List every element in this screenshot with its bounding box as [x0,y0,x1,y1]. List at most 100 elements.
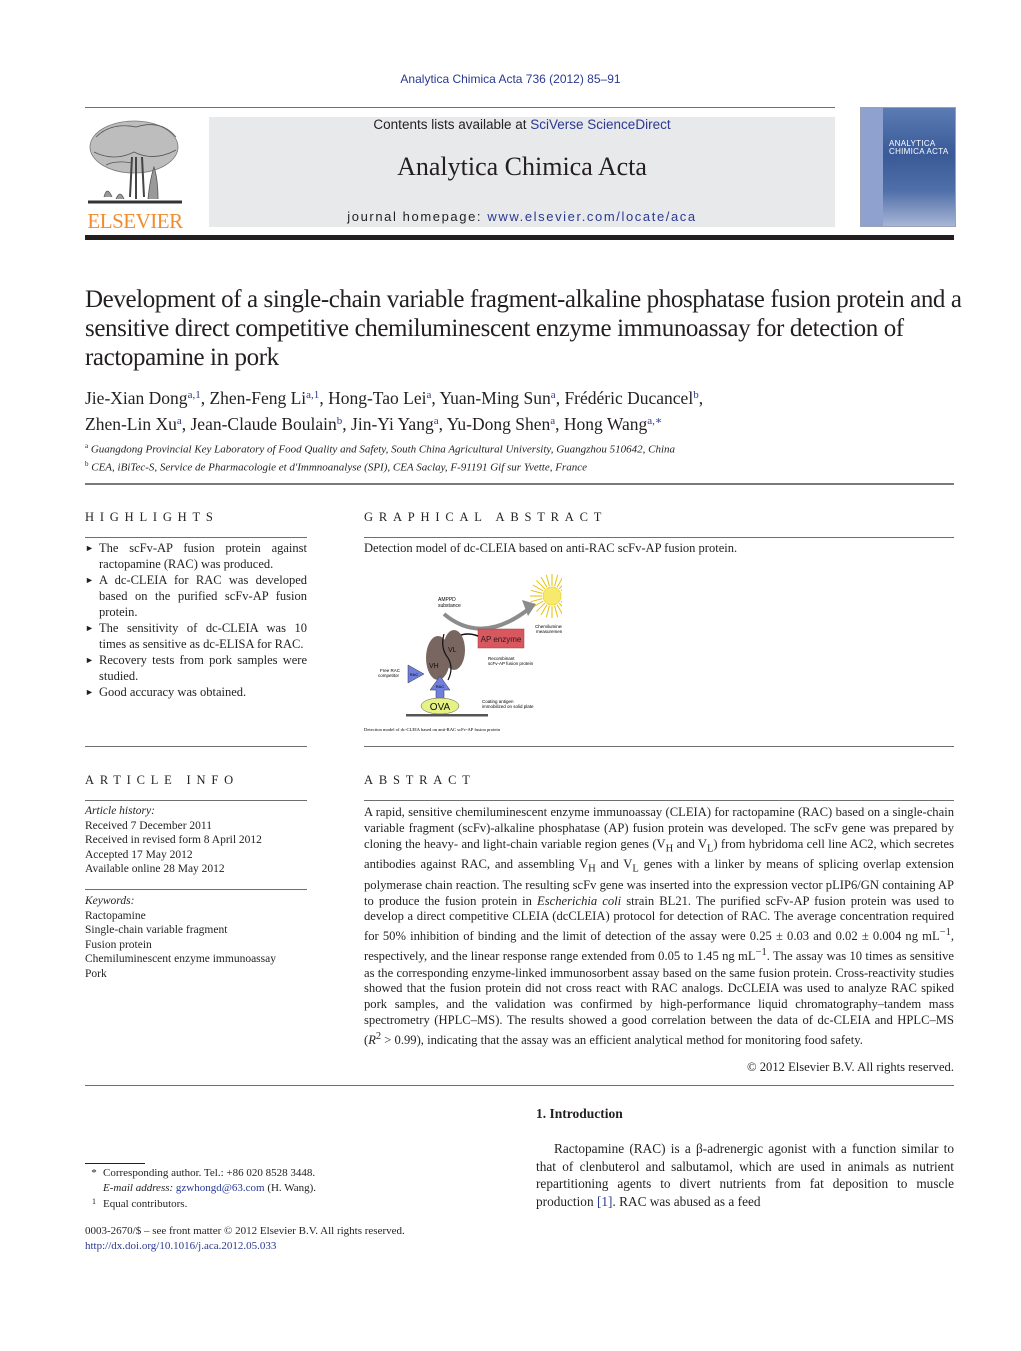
abstract-text: A rapid, sensitive chemiluminescent enzy… [364,805,955,1048]
label-vh: VH [429,663,439,670]
label-ova: OVA [430,702,451,713]
sun-ray [556,604,562,615]
graphical-abstract-caption: Detection model of dc-CLEIA based on ant… [364,541,738,555]
bullet-triangle-icon: ► [85,655,94,665]
history-date: Accepted 17 May 2012 [85,848,193,861]
author-list: Jie-Xian Donga,1, Zhen-Feng Lia,1, Hong-… [85,384,965,436]
footnotes: * Corresponding author. Tel.: +86 020 852… [85,1166,505,1212]
front-matter-rule [85,1085,954,1086]
author[interactable]: Yuan-Ming Sun [439,388,550,408]
abstract-rule [364,800,954,801]
abstract-copyright: © 2012 Elsevier B.V. All rights reserved… [747,1060,954,1074]
abstract-heading: ABSTRACT [364,773,476,787]
graphical-abstract-heading: GRAPHICAL ABSTRACT [364,510,608,524]
sun-ray [530,589,543,594]
journal-masthead: Contents lists available at SciVerse Sci… [209,117,835,227]
keywords: Keywords: Ractopamine Single-chain variab… [85,894,307,981]
bullet-triangle-icon: ► [85,543,94,553]
highlight-item: ► A dc-CLEIA for RAC was developed based … [85,572,307,620]
author-affiliation-mark[interactable]: a,1 [188,389,201,401]
doi-link[interactable]: http://dx.doi.org/10.1016/j.aca.2012.05.… [85,1239,525,1254]
highlight-text: The sensitivity of dc-CLEIA was 10 times… [99,621,307,651]
highlight-text: A dc-CLEIA for RAC was developed based o… [99,573,307,619]
label-measurement-2: measurement [536,629,562,634]
author[interactable]: Zhen-Feng Li [209,388,306,408]
label-rac-free: RAC [410,672,419,677]
affiliation-mark: b [85,459,89,468]
email-link[interactable]: gzwhongd@63.com [176,1182,265,1194]
journal-reference-link[interactable]: Analytica Chimica Acta 736 (2012) 85–91 [0,72,1021,86]
author[interactable]: Zhen-Lin Xu [85,414,177,434]
history-date: Received in revised form 8 April 2012 [85,834,262,846]
article-title: Development of a single-chain variable f… [85,286,962,371]
affiliation: b CEA, iBiTec-S, Service de Pharmacologi… [85,457,965,475]
sciencedirect-link[interactable]: SciVerse ScienceDirect [530,117,670,132]
label-coating-2: immobilized on solid plate [482,704,534,709]
elsevier-tree-icon [88,120,182,204]
history-date: Available online 28 May 2012 [85,863,225,875]
history-date: Received 7 December 2011 [85,819,212,832]
author[interactable]: Frédéric Ducancel [564,388,693,408]
highlight-text: Recovery tests from pork samples were st… [99,653,307,683]
highlight-text: Good accuracy was obtained. [99,685,247,699]
header-top-rule [85,107,835,108]
author[interactable]: Yu-Dong Shen [447,414,551,434]
sun-ray [545,605,550,618]
reaction-arrow [442,606,532,631]
affiliation-mark: a [85,442,89,450]
chemiluminescence-sun-icon [530,574,562,618]
graphical-abstract-figure[interactable]: AMPPD substance Chemiluminescent measure… [362,566,562,736]
highlight-item: ► The sensitivity of dc-CLEIA was 10 time… [85,620,307,652]
author-affiliation-mark[interactable]: a,1 [306,389,319,401]
author-separator: , [698,388,704,408]
elsevier-wordmark: ELSEVIER [87,209,183,233]
footnote-email: E-mail address: gzwhongd@63.com (H. Wang… [103,1181,317,1194]
author[interactable]: Jin-Yi Yang [351,414,434,434]
author[interactable]: Jean-Claude Boulain [191,414,337,434]
label-rac-bound: RAC [436,684,445,689]
author-separator: , [438,414,447,434]
article-history-label: Article history: [85,805,155,817]
author[interactable]: Hong Wang [564,414,647,434]
sun-ray [556,577,562,588]
homepage-link[interactable]: www.elsevier.com/locate/aca [487,209,696,224]
keywords-label: Keywords: [85,895,135,907]
author-separator: , [181,414,191,434]
highlight-text: The scFv-AP fusion protein against racto… [99,541,307,571]
cover-title: ANALYTICA CHIMICA ACTA [889,140,948,156]
solid-plate [406,714,488,717]
label-fusion-2: scFv-AP fusion protein [488,661,534,666]
contents-line: Contents lists available at SciVerse Sci… [209,117,835,132]
sun-ray [554,605,559,618]
reference-link-1[interactable]: [1] [597,1194,613,1209]
author[interactable]: Jie-Xian Dong [85,388,188,408]
footnote-equal: 1 Equal contributors. [92,1197,188,1210]
cover-sidebar [861,108,883,226]
journal-cover-thumbnail[interactable]: ANALYTICA CHIMICA ACTA [860,107,956,227]
author-separator: , [555,414,564,434]
keyword: Fusion protein [85,938,152,951]
graphical-abstract-rule [364,537,954,538]
article-info-heading: ARTICLE INFO [85,773,239,787]
title-block-rule [85,483,954,485]
author[interactable]: Hong-Tao Lei [328,388,426,408]
elsevier-logo[interactable]: ELSEVIER [84,117,186,233]
author-affiliation-mark[interactable]: a,∗ [647,415,662,427]
bullet-triangle-icon: ► [85,687,94,697]
highlight-item: ► The scFv-AP fusion protein against ract… [85,540,307,572]
sun-ray [554,574,559,587]
highlight-item: ► Recovery tests from pork samples were s… [85,652,307,684]
homepage-line: journal homepage: www.elsevier.com/locat… [209,209,835,224]
highlights-list: ► The scFv-AP fusion protein against ract… [85,540,307,700]
affiliation: a Guangdong Provincial Key Laboratory of… [85,439,965,457]
label-vl: VL [448,647,457,654]
label-free-rac-2: competitor [378,673,400,678]
label-ap-enzyme: AP enzyme [481,635,522,644]
footnote-corresponding: * Corresponding author. Tel.: +86 020 852… [91,1167,316,1179]
author-separator: , [342,414,352,434]
keyword: Pork [85,967,107,980]
keyword: Chemiluminescent enzyme immunoassay [85,953,276,965]
cover-title-line2: CHIMICA ACTA [889,147,949,156]
label-substrate-2: substance [438,603,461,609]
sun-ray [530,598,543,603]
